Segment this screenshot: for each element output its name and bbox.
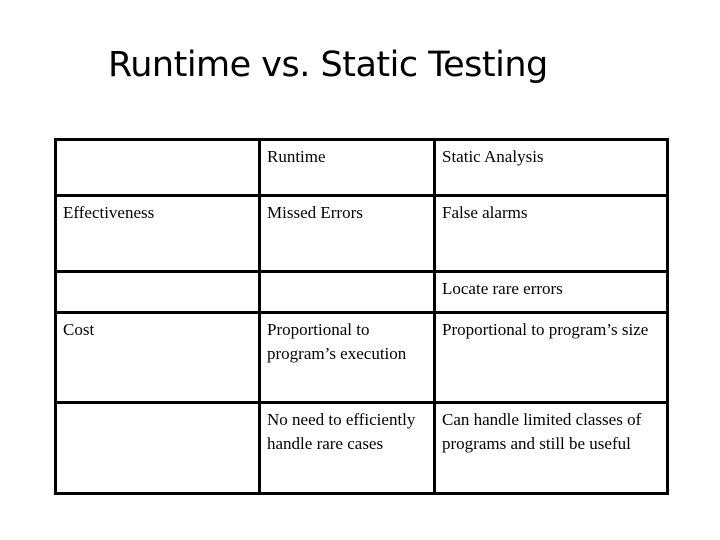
static-analysis-cell: Can handle limited classes of programs a… — [433, 401, 669, 495]
row-label-cell: Effectiveness — [54, 194, 261, 273]
static-analysis-cell: False alarms — [433, 194, 669, 273]
runtime-cell: No need to efficiently handle rare cases — [258, 401, 436, 495]
comparison-table: Runtime Static Analysis Effectiveness Mi… — [54, 138, 669, 495]
table-row: Locate rare errors — [54, 270, 669, 314]
runtime-cell — [258, 270, 436, 314]
table-row: Effectiveness Missed Errors False alarms — [54, 194, 669, 273]
runtime-cell: Proportional to program’s execution — [258, 311, 436, 404]
header-cell-runtime: Runtime — [258, 138, 436, 197]
table-row: Cost Proportional to program’s execution… — [54, 311, 669, 404]
static-analysis-cell: Locate rare errors — [433, 270, 669, 314]
runtime-cell: Missed Errors — [258, 194, 436, 273]
table-row: No need to efficiently handle rare cases… — [54, 401, 669, 495]
header-cell-blank — [54, 138, 261, 197]
header-cell-static-analysis: Static Analysis — [433, 138, 669, 197]
slide-title: Runtime vs. Static Testing — [108, 45, 548, 85]
table-header-row: Runtime Static Analysis — [54, 138, 669, 197]
row-label-cell — [54, 401, 261, 495]
row-label-cell: Cost — [54, 311, 261, 404]
row-label-cell — [54, 270, 261, 314]
static-analysis-cell: Proportional to program’s size — [433, 311, 669, 404]
